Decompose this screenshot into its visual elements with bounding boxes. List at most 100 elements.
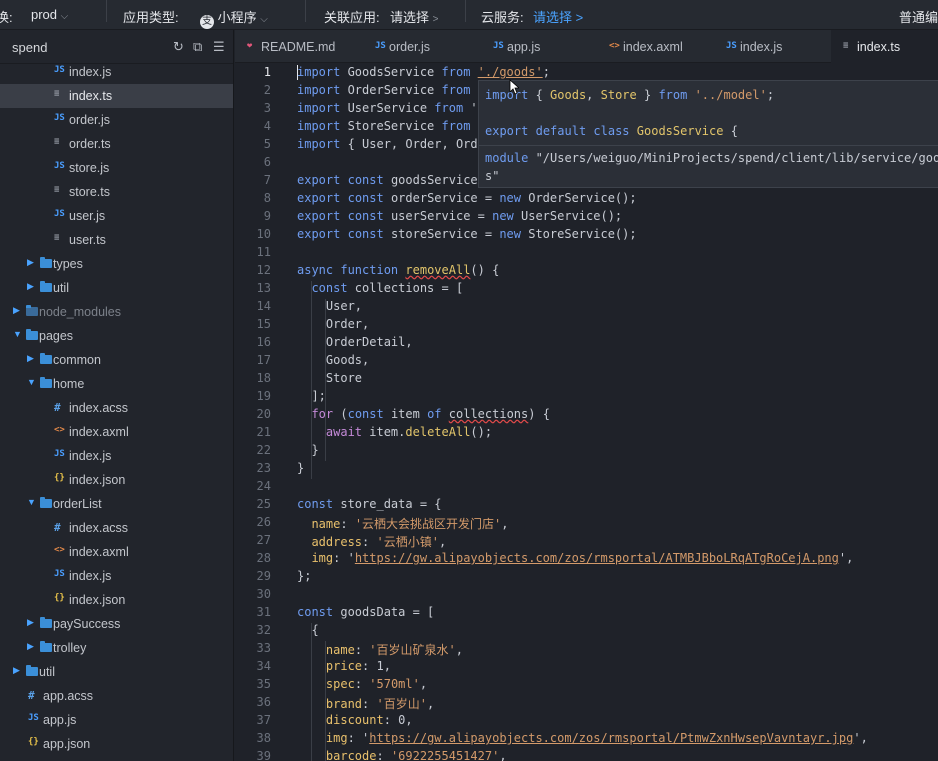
folder-icon xyxy=(40,257,52,268)
editor-tab[interactable]: <> index.axml xyxy=(597,30,714,63)
folder-item[interactable]: ▶ types xyxy=(0,252,233,276)
file-label: user.js xyxy=(69,209,106,223)
editor-tab[interactable]: JS app.js xyxy=(481,30,597,63)
mode-label[interactable]: 普通编 xyxy=(899,7,938,26)
line-number: 35 xyxy=(256,677,271,691)
folder-item[interactable]: ▶ common xyxy=(0,348,233,372)
code-line[interactable]: name: '云栖大会挑战区开发门店', xyxy=(297,515,508,532)
code-token: { xyxy=(723,124,738,138)
code-line[interactable]: import GoodsService from './goods'; xyxy=(297,65,550,79)
file-item[interactable]: <> index.axml xyxy=(0,420,233,444)
code-line[interactable]: } xyxy=(297,461,304,475)
collapse-all-icon[interactable]: ⧉ xyxy=(193,39,202,55)
file-item[interactable]: {} index.json xyxy=(0,588,233,612)
file-item[interactable]: JS user.js xyxy=(0,204,233,228)
cloud-select-link[interactable]: 请选择 > xyxy=(533,7,583,26)
code-line[interactable]: }; xyxy=(297,569,311,583)
folder-item[interactable]: ▼ orderList xyxy=(0,492,233,516)
code-line[interactable]: export const storeService = new StoreSer… xyxy=(297,227,637,241)
file-item[interactable]: <> index.axml xyxy=(0,540,233,564)
caret-right-icon[interactable]: ▶ xyxy=(27,353,34,364)
file-item[interactable]: ≡ user.ts xyxy=(0,228,233,252)
editor-tab[interactable]: ≡ index.ts xyxy=(831,30,938,63)
folder-item[interactable]: ▼ pages xyxy=(0,324,233,348)
caret-right-icon[interactable]: ▶ xyxy=(13,305,20,316)
code-line[interactable]: const collections = [ xyxy=(297,281,463,295)
refresh-icon[interactable]: ↻ xyxy=(173,39,184,55)
code-token: export xyxy=(297,173,341,187)
caret-right-icon[interactable]: ▶ xyxy=(27,617,34,628)
file-item[interactable]: ≡ index.ts xyxy=(0,84,233,108)
code-line[interactable]: async function removeAll() { xyxy=(297,263,499,277)
folder-item[interactable]: ▶ util xyxy=(0,276,233,300)
code-line[interactable]: await item.deleteAll(); xyxy=(297,425,492,439)
folder-icon xyxy=(40,353,52,364)
line-number: 18 xyxy=(256,371,271,385)
code-line[interactable]: img: 'https://gw.alipayobjects.com/zos/r… xyxy=(297,731,868,745)
code-line[interactable]: brand: '百岁山', xyxy=(297,695,434,712)
code-line[interactable]: Order, xyxy=(297,317,369,331)
code-line[interactable]: barcode: '6922255451427', xyxy=(297,749,507,761)
file-item[interactable]: JS app.js xyxy=(0,708,233,732)
code-token: store_data = { xyxy=(333,497,442,511)
editor-tab[interactable]: JS order.js xyxy=(363,30,481,63)
code-token: from xyxy=(658,88,688,102)
code-line[interactable]: { xyxy=(297,623,318,637)
folder-icon xyxy=(40,617,52,628)
line-number: 25 xyxy=(256,497,271,511)
caret-right-icon[interactable]: ▶ xyxy=(27,641,34,652)
code-line[interactable]: OrderDetail, xyxy=(297,335,413,349)
code-line[interactable]: name: '百岁山矿泉水', xyxy=(297,641,463,658)
caret-down-icon[interactable]: ▼ xyxy=(13,329,22,339)
file-item[interactable]: JS order.js xyxy=(0,108,233,132)
more-menu-icon[interactable]: ☰ xyxy=(213,39,225,55)
code-line[interactable]: import OrderService from xyxy=(297,83,470,97)
caret-right-icon[interactable]: ▶ xyxy=(27,257,34,268)
file-item[interactable]: JS index.js xyxy=(0,564,233,588)
editor-tab[interactable]: JS index.js xyxy=(714,30,831,63)
code-line[interactable]: const store_data = { xyxy=(297,497,442,511)
folder-item[interactable]: ▶ paySuccess xyxy=(0,612,233,636)
code-line[interactable]: spec: '570ml', xyxy=(297,677,427,691)
folder-item[interactable]: ▼ home xyxy=(0,372,233,396)
folder-item[interactable]: ▶ util xyxy=(0,660,233,684)
file-item[interactable]: # index.acss xyxy=(0,516,233,540)
env-select[interactable]: prod ⌵ xyxy=(31,7,68,22)
code-line[interactable]: discount: 0, xyxy=(297,713,413,727)
linked-app-select[interactable]: 请选择 > xyxy=(390,7,438,26)
code-line[interactable]: const goodsData = [ xyxy=(297,605,434,619)
file-item[interactable]: ≡ order.ts xyxy=(0,132,233,156)
file-item[interactable]: {} app.json xyxy=(0,732,233,756)
code-line[interactable]: import UserService from ' xyxy=(297,101,478,115)
caret-down-icon[interactable]: ▼ xyxy=(27,497,36,507)
file-item[interactable]: ≡ store.ts xyxy=(0,180,233,204)
file-item[interactable]: JS index.js xyxy=(0,444,233,468)
code-line[interactable]: import StoreService from xyxy=(297,119,470,133)
code-line[interactable]: img: 'https://gw.alipayobjects.com/zos/r… xyxy=(297,551,853,565)
explorer-header: spend ↻ ⧉ ☰ xyxy=(0,30,233,64)
caret-right-icon[interactable]: ▶ xyxy=(27,281,34,292)
folder-item[interactable]: ▶ trolley xyxy=(0,636,233,660)
code-line[interactable]: address: '云栖小镇', xyxy=(297,533,446,550)
code-line[interactable]: Goods, xyxy=(297,353,369,367)
caret-right-icon[interactable]: ▶ xyxy=(13,665,20,676)
code-line[interactable]: Store xyxy=(297,371,362,385)
code-line[interactable]: export const userService = new UserServi… xyxy=(297,209,622,223)
code-line[interactable]: for (const item of collections) { xyxy=(297,407,549,421)
file-item[interactable]: JS store.js xyxy=(0,156,233,180)
js-file-icon: JS xyxy=(54,449,65,459)
file-item[interactable]: # app.acss xyxy=(0,684,233,708)
file-item[interactable]: # index.acss xyxy=(0,396,233,420)
caret-down-icon[interactable]: ▼ xyxy=(27,377,36,387)
code-line[interactable]: User, xyxy=(297,299,362,313)
folder-item[interactable]: ▶ node_modules xyxy=(0,300,233,324)
editor-tab[interactable]: ❤ README.md xyxy=(235,30,363,63)
code-line[interactable]: import { User, Order, Ord xyxy=(297,137,478,151)
code-line[interactable]: export const orderService = new OrderSer… xyxy=(297,191,637,205)
file-item[interactable]: JS index.js xyxy=(0,60,233,84)
top-toolbar: 换: prod ⌵ 应用类型: 支 小程序 ⌵ 关联应用: 请选择 > 云服务:… xyxy=(0,0,938,30)
app-type-select[interactable]: 支 小程序 ⌵ xyxy=(200,7,268,29)
code-line[interactable]: } xyxy=(297,443,318,457)
code-line[interactable]: export const goodsService xyxy=(297,173,478,187)
file-item[interactable]: {} index.json xyxy=(0,468,233,492)
